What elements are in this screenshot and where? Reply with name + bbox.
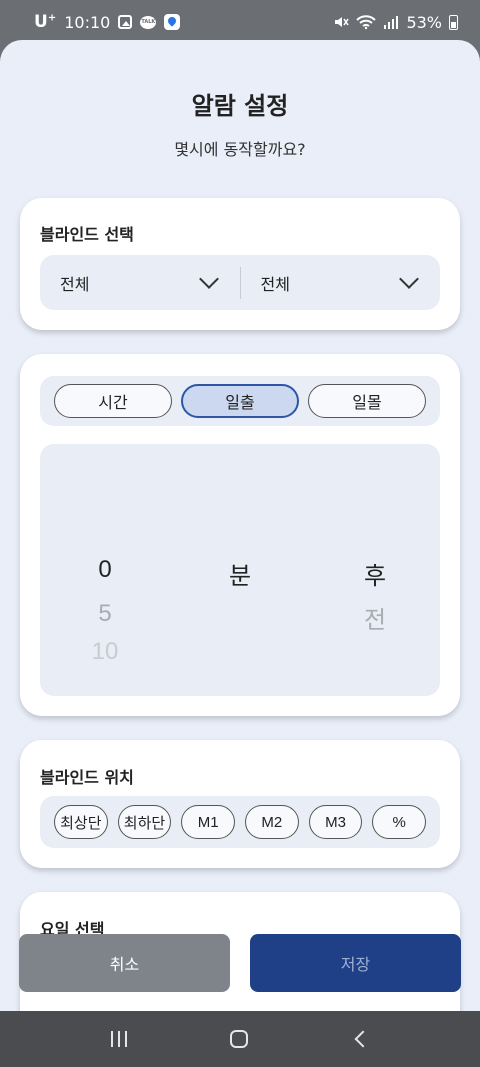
position-m2-button[interactable]: M2 xyxy=(245,805,299,839)
blind-group-dropdown[interactable]: 전체 xyxy=(40,255,240,310)
chevron-down-icon xyxy=(399,268,419,289)
position-m1-button[interactable]: M1 xyxy=(181,805,236,839)
blind-select-card: 블라인드 선택 전체 전체 xyxy=(20,198,460,330)
position-percent-button[interactable]: % xyxy=(372,805,427,839)
blind-item-dropdown[interactable]: 전체 xyxy=(241,255,441,310)
carrier-label: U+ xyxy=(34,12,56,32)
position-top-button[interactable]: 최상단 xyxy=(54,805,108,839)
blind-select-label: 블라인드 선택 xyxy=(40,225,134,244)
blind-item-value: 전체 xyxy=(260,274,290,294)
offset-picker: 0 5 10 분 후 전 xyxy=(40,444,440,696)
minutes-selected: 0 xyxy=(98,556,112,583)
segment-sunrise-button[interactable]: 일출 xyxy=(181,384,299,418)
save-button[interactable]: 저장 xyxy=(250,934,461,992)
talk-icon: TALK xyxy=(140,15,157,29)
minutes-wheel[interactable]: 0 5 10 xyxy=(40,444,170,696)
recent-apps-icon[interactable] xyxy=(111,1031,128,1047)
before-after-wheel[interactable]: 후 전 xyxy=(310,444,440,696)
carrier-sup: + xyxy=(47,12,57,24)
map-icon xyxy=(164,14,181,30)
back-icon[interactable] xyxy=(354,1030,372,1048)
carrier-text: U xyxy=(34,12,48,32)
mute-icon xyxy=(335,17,350,27)
alarm-settings-sheet: 알람 설정 몇시에 동작할까요? 블라인드 선택 전체 전체 시간 일출 일몰 … xyxy=(0,40,480,1011)
status-time: 10:10 xyxy=(64,12,111,32)
minutes-option: 10 xyxy=(91,638,119,665)
page-title: 알람 설정 xyxy=(191,92,289,120)
position-m3-button[interactable]: M3 xyxy=(308,805,363,839)
segment-sunset-button[interactable]: 일몰 xyxy=(308,384,426,418)
minutes-option: 5 xyxy=(98,600,112,627)
position-bottom-button[interactable]: 최하단 xyxy=(117,805,172,839)
battery-percent: 53% xyxy=(406,12,442,32)
blind-position-label: 블라인드 위치 xyxy=(40,768,134,787)
blind-position-card: 블라인드 위치 최상단 최하단 M1 M2 M3 % xyxy=(20,740,460,868)
battery-icon xyxy=(449,14,458,30)
wifi-icon xyxy=(356,15,377,30)
blind-dropdown-row: 전체 전체 xyxy=(40,255,440,310)
unit-wheel: 분 xyxy=(175,444,305,696)
chevron-down-icon xyxy=(198,268,219,289)
position-options-row: 최상단 최하단 M1 M2 M3 % xyxy=(40,796,440,848)
blind-group-value: 전체 xyxy=(60,274,90,294)
signal-icon xyxy=(384,16,399,29)
before-after-selected: 후 xyxy=(363,563,387,590)
before-after-option: 전 xyxy=(363,607,387,634)
segment-time-button[interactable]: 시간 xyxy=(54,384,172,418)
unit-label: 분 xyxy=(228,563,252,590)
cancel-button[interactable]: 취소 xyxy=(19,934,230,992)
system-nav-bar xyxy=(0,1011,480,1067)
time-card: 시간 일출 일몰 0 5 10 분 후 전 xyxy=(20,354,460,716)
status-bar: U+ 10:10 TALK 53% xyxy=(0,0,480,44)
time-mode-segment: 시간 일출 일몰 xyxy=(40,376,440,426)
status-right: 53% xyxy=(333,13,458,32)
gallery-icon xyxy=(118,15,133,29)
home-icon[interactable] xyxy=(229,1030,248,1048)
status-left: U+ 10:10 TALK xyxy=(34,12,181,32)
page-subtitle: 몇시에 동작할까요? xyxy=(174,140,306,159)
